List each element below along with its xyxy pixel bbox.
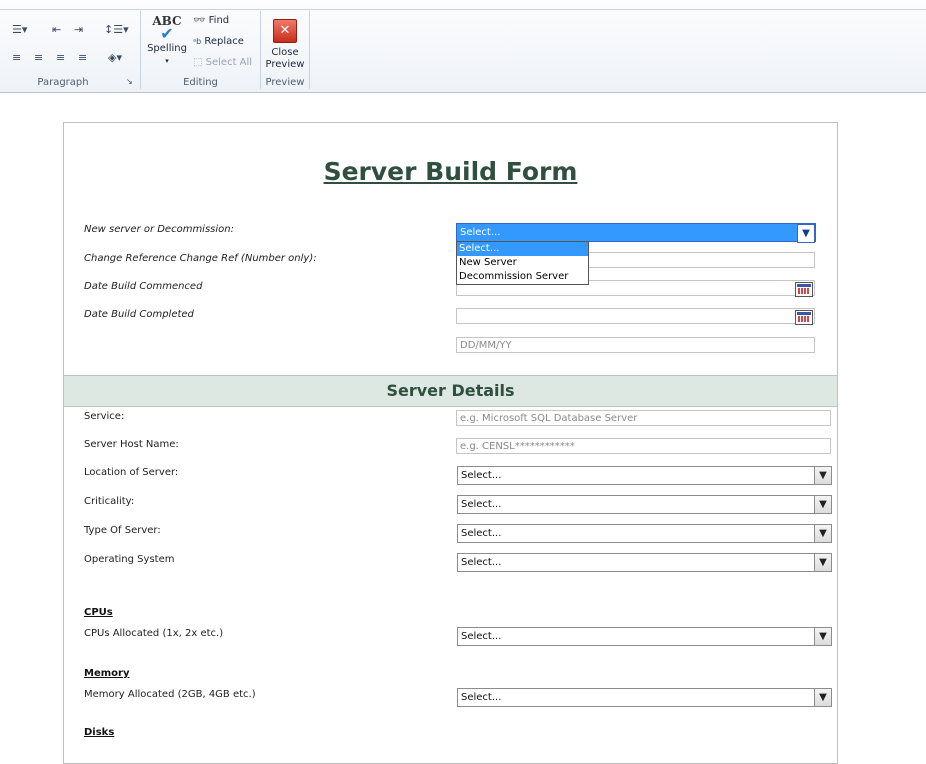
memory-heading: Memory <box>84 668 130 679</box>
calendar-icon[interactable] <box>795 310 813 325</box>
spelling-label: Spelling <box>147 43 187 54</box>
close-preview-button[interactable]: ✕ Close Preview <box>263 19 307 71</box>
date-commenced-label: Date Build Commenced <box>84 281 203 292</box>
cpus-allocated-select[interactable]: Select... ▼ <box>457 627 832 646</box>
replace-icon: ᵃb <box>193 37 202 46</box>
criticality-select[interactable]: Select... ▼ <box>457 495 832 514</box>
calendar-icon[interactable] <box>795 282 813 297</box>
align-left-icon[interactable]: ≡ <box>12 51 21 64</box>
spelling-check-icon: ✔ <box>160 24 174 43</box>
bullets-icon[interactable]: ☰▾ <box>12 23 27 36</box>
new-or-decom-label: New server or Decommission: <box>84 224 234 235</box>
replace-button[interactable]: ᵃb Replace <box>193 36 244 47</box>
find-button[interactable]: 👓 Find <box>193 15 229 26</box>
memory-allocated-value: Select... <box>461 692 502 703</box>
new-or-decom-dropdown-list: Select... New Server Decommission Server <box>456 241 589 285</box>
shading-icon[interactable]: ◈▾ <box>108 51 122 64</box>
align-right-icon[interactable]: ≡ <box>56 51 65 64</box>
select-all-button[interactable]: ⬚ Select All <box>193 57 252 68</box>
new-or-decom-select[interactable]: Select... ▼ <box>456 223 816 243</box>
date-completed-label: Date Build Completed <box>84 309 194 320</box>
date-completed-input[interactable] <box>456 308 815 324</box>
os-label: Operating System <box>84 554 175 565</box>
preview-group-label: Preview <box>265 77 305 88</box>
paragraph-group: ☰▾ ⇤ ⇥ ↕☰▾ ≡ ≡ ≡ ≡ ◈▾ Paragraph ↘ <box>0 11 141 89</box>
memory-allocated-label: Memory Allocated (2GB, 4GB etc.) <box>84 689 256 700</box>
type-select[interactable]: Select... ▼ <box>457 524 832 543</box>
form-title: Server Build Form <box>323 157 578 186</box>
preview-group: ✕ Close Preview Preview <box>261 11 310 89</box>
select-all-icon: ⬚ <box>193 57 203 68</box>
host-name-input[interactable]: e.g. CENSL************ <box>456 438 831 454</box>
location-value: Select... <box>461 470 502 481</box>
type-value: Select... <box>461 528 502 539</box>
editing-group: ABC ✔ Spelling ▾ 👓 Find ᵃb Replace ⬚ Sel… <box>141 11 261 89</box>
editing-group-label: Editing <box>183 77 218 88</box>
change-ref-label: Change Reference Change Ref (Number only… <box>84 253 317 264</box>
os-value: Select... <box>461 557 502 568</box>
chevron-down-icon[interactable]: ▼ <box>814 689 831 706</box>
find-label: Find <box>208 15 230 26</box>
cpus-allocated-value: Select... <box>461 631 502 642</box>
criticality-value: Select... <box>461 499 502 510</box>
service-input[interactable]: e.g. Microsoft SQL Database Server <box>456 410 831 426</box>
date-format-hint: DD/MM/YY <box>456 337 815 353</box>
justify-icon[interactable]: ≡ <box>78 51 87 64</box>
spelling-dropdown-icon: ▾ <box>165 57 169 65</box>
chevron-down-icon[interactable]: ▼ <box>814 628 831 645</box>
dropdown-option-new-server[interactable]: New Server <box>457 256 588 270</box>
disks-heading: Disks <box>84 727 115 738</box>
chevron-down-icon[interactable]: ▼ <box>797 224 815 243</box>
type-label: Type Of Server: <box>84 525 161 536</box>
binoculars-icon: 👓 <box>193 15 206 26</box>
select-all-label: Select All <box>205 57 253 68</box>
server-details-heading: Server Details <box>64 375 837 407</box>
close-preview-label-line2: Preview <box>265 59 305 70</box>
close-icon: ✕ <box>273 19 297 43</box>
cpus-allocated-label: CPUs Allocated (1x, 2x etc.) <box>84 628 224 639</box>
replace-label: Replace <box>204 36 244 47</box>
new-or-decom-value: Select... <box>460 227 501 238</box>
service-label: Service: <box>84 411 125 422</box>
line-spacing-icon[interactable]: ↕☰▾ <box>104 23 129 36</box>
paragraph-group-label: Paragraph <box>37 77 89 88</box>
memory-allocated-select[interactable]: Select... ▼ <box>457 688 832 707</box>
ribbon: ☰▾ ⇤ ⇥ ↕☰▾ ≡ ≡ ≡ ≡ ◈▾ Paragraph ↘ ABC ✔ … <box>0 0 926 93</box>
document-page: Server Build Form New server or Decommis… <box>63 122 838 764</box>
align-center-icon[interactable]: ≡ <box>34 51 43 64</box>
dropdown-option-select[interactable]: Select... <box>457 242 588 256</box>
cpus-heading: CPUs <box>84 607 113 618</box>
ribbon-top-border <box>0 9 926 10</box>
os-select[interactable]: Select... ▼ <box>457 553 832 572</box>
chevron-down-icon[interactable]: ▼ <box>814 525 831 542</box>
host-name-label: Server Host Name: <box>84 439 179 450</box>
chevron-down-icon[interactable]: ▼ <box>814 554 831 571</box>
criticality-label: Criticality: <box>84 496 135 507</box>
chevron-down-icon[interactable]: ▼ <box>814 496 831 513</box>
dropdown-option-decommission-server[interactable]: Decommission Server <box>457 270 588 284</box>
close-preview-label-line1: Close <box>271 47 299 58</box>
location-label: Location of Server: <box>84 467 179 478</box>
dialog-launcher-icon[interactable]: ↘ <box>126 77 133 86</box>
increase-indent-icon[interactable]: ⇥ <box>74 23 83 36</box>
location-select[interactable]: Select... ▼ <box>457 466 832 485</box>
chevron-down-icon[interactable]: ▼ <box>814 467 831 484</box>
spelling-button[interactable]: ABC ✔ Spelling ▾ <box>145 15 189 67</box>
decrease-indent-icon[interactable]: ⇤ <box>52 23 61 36</box>
